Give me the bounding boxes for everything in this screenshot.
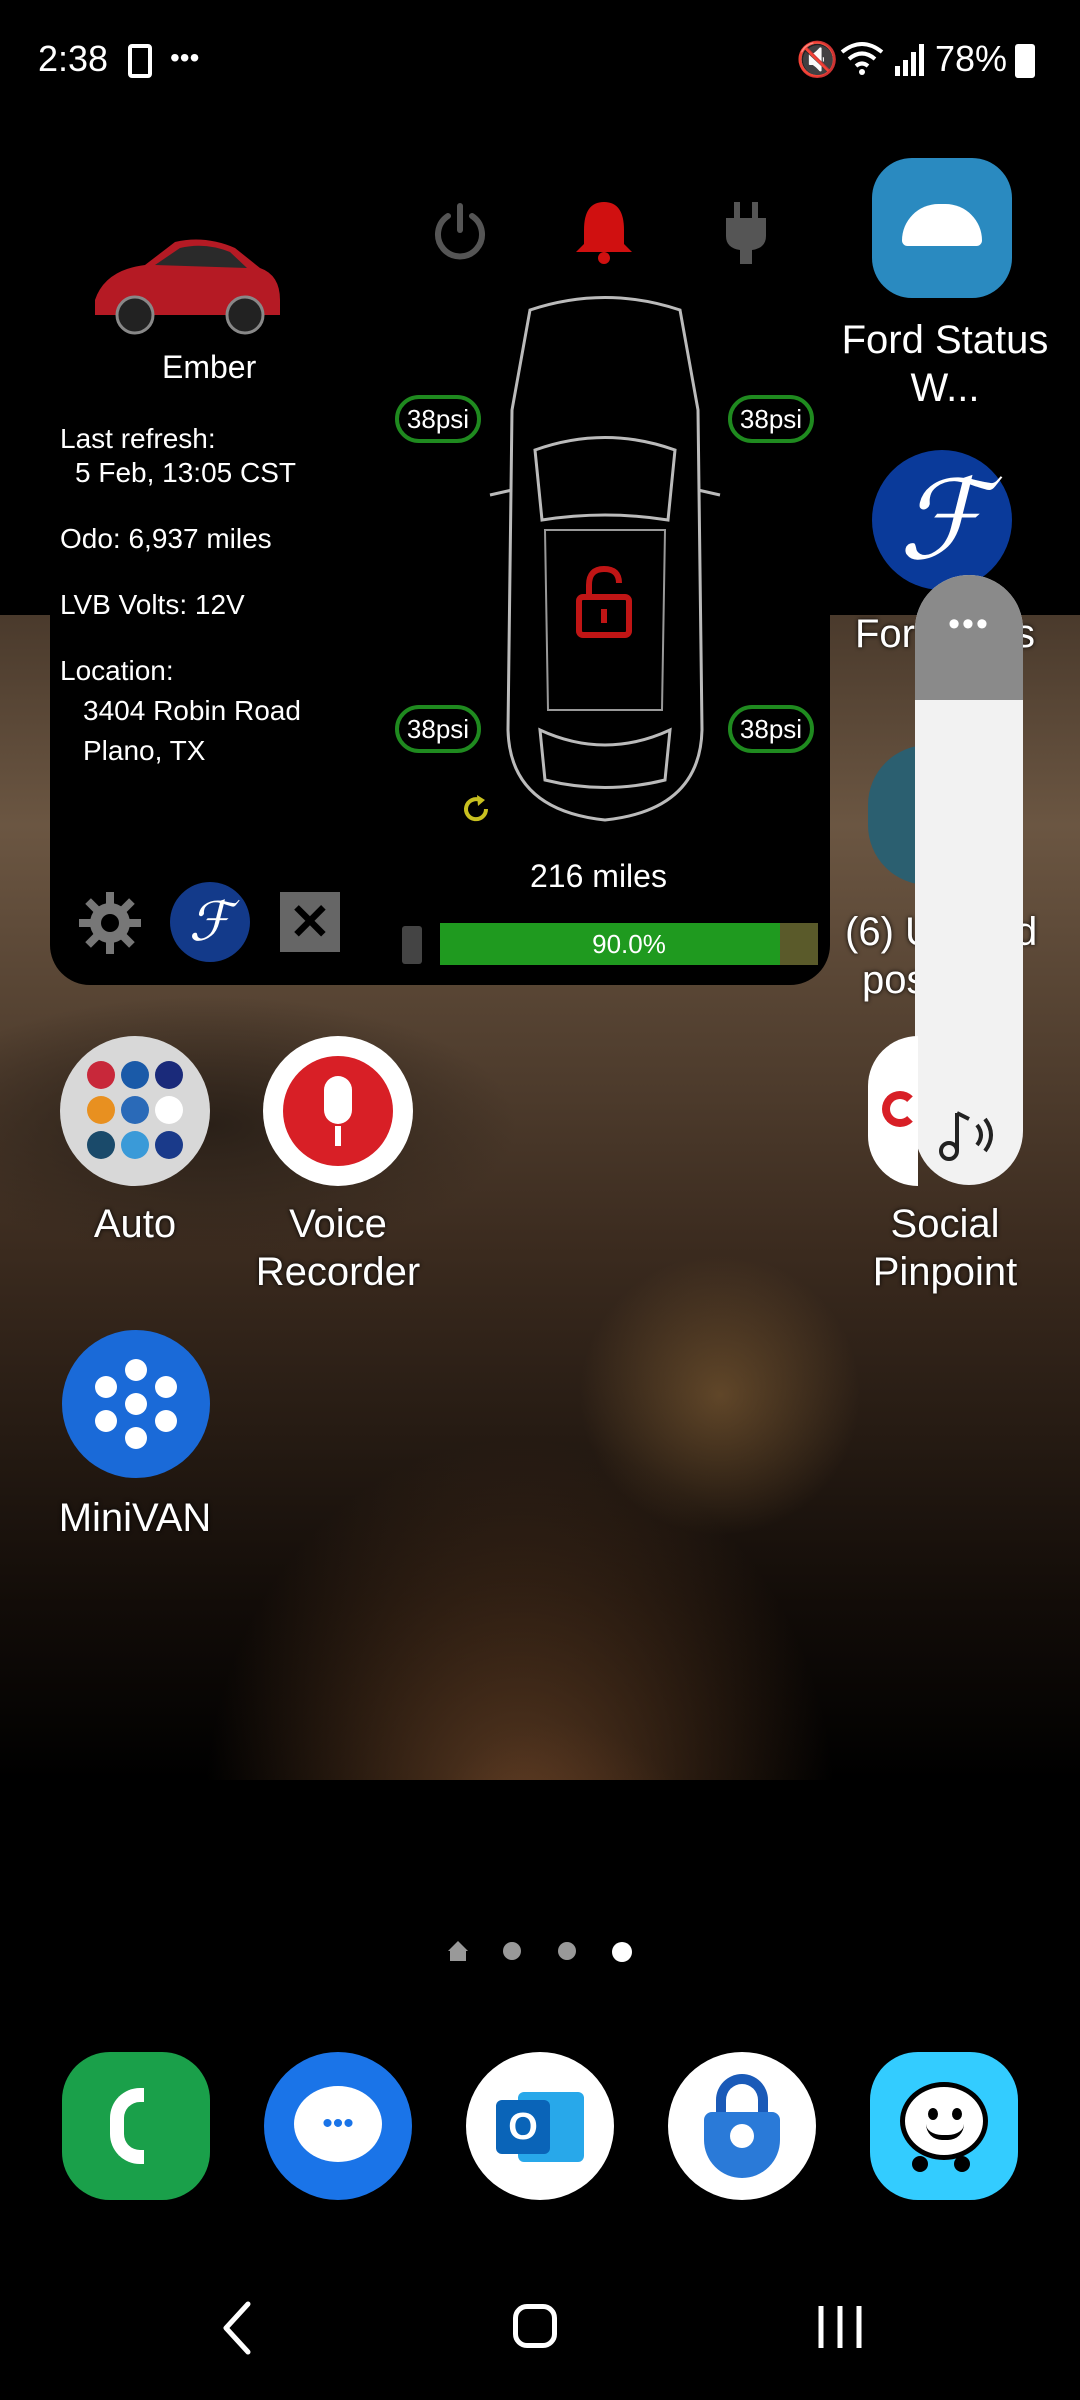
- minivan-label: MiniVAN: [58, 1496, 212, 1540]
- close-widget-icon[interactable]: ✕: [280, 892, 340, 952]
- waze-wheel-left: [912, 2156, 928, 2172]
- minivan-dots-icon: [95, 1359, 177, 1449]
- car-name: Ember: [162, 349, 257, 385]
- location-line2: Plano, TX: [83, 735, 206, 766]
- waze-wheel-right: [954, 2156, 970, 2172]
- auto-folder-label: Auto: [93, 1202, 177, 1246]
- social-pinpoint-label-1: Social: [890, 1202, 1000, 1246]
- outlook-o-badge: O: [496, 2100, 550, 2154]
- ford-status-widget-label: Ford Status W...: [841, 318, 1049, 410]
- minivan-icon[interactable]: [62, 1330, 210, 1478]
- voice-recorder-label-1: Voice: [289, 1202, 387, 1246]
- authenticator-icon[interactable]: [668, 2052, 816, 2200]
- waze-eye-left: [928, 2108, 938, 2120]
- auto-folder-icon[interactable]: [60, 1036, 210, 1186]
- folder-app-6-icon: [155, 1096, 183, 1124]
- range-text: 216 miles: [530, 858, 667, 894]
- tire-rear-left: 38psi: [395, 705, 481, 753]
- fordpass-widget-icon[interactable]: ℱ: [170, 882, 250, 962]
- mic-icon: [324, 1076, 352, 1124]
- home-button[interactable]: [513, 2304, 557, 2348]
- page-indicator-home-base: [450, 1951, 466, 1961]
- social-pinpoint-icon[interactable]: [868, 1036, 918, 1186]
- person-icon: [730, 2124, 754, 2148]
- waze-icon[interactable]: [870, 2052, 1018, 2200]
- status-time: 2:38: [38, 38, 109, 79]
- folder-app-3-icon: [155, 1061, 183, 1089]
- voice-recorder-icon[interactable]: [263, 1036, 413, 1186]
- voice-recorder-label-2: Recorder: [255, 1250, 421, 1294]
- page-dot-3[interactable]: [558, 1942, 576, 1960]
- location-label: Location:: [60, 655, 174, 686]
- folder-app-5-icon: [121, 1096, 149, 1124]
- outlook-icon[interactable]: O: [466, 2052, 614, 2200]
- waze-eye-right: [952, 2108, 962, 2120]
- car-top-view: [489, 296, 721, 822]
- more-dots-icon: •••: [170, 42, 200, 73]
- back-button[interactable]: [218, 2300, 258, 2356]
- signal-icon: [895, 44, 924, 76]
- last-refresh-value: 5 Feb, 13:05 CST: [75, 457, 297, 488]
- settings-icon[interactable]: [77, 890, 143, 956]
- phone-handset: [110, 2088, 144, 2164]
- lvb-volts: LVB Volts: 12V: [60, 589, 245, 620]
- battery-percent: 78%: [935, 38, 1008, 79]
- wifi-icon: [840, 42, 884, 75]
- recents-button[interactable]: [815, 2304, 865, 2350]
- odometer: Odo: 6,937 miles: [60, 523, 272, 554]
- mute-icon: 🔇: [796, 41, 839, 79]
- folder-app-4-icon: [87, 1096, 115, 1124]
- pinpoint-mark: [882, 1091, 918, 1127]
- battery-small-icon: [402, 926, 422, 964]
- folder-app-2-icon: [121, 1061, 149, 1089]
- page-indicator-home-icon[interactable]: [448, 1941, 468, 1951]
- sound-settings-icon[interactable]: [933, 1105, 1005, 1165]
- tire-front-left: 38psi: [395, 395, 481, 443]
- android-head-icon: [902, 204, 982, 246]
- messages-icon[interactable]: •••: [264, 2052, 412, 2200]
- edge-media-panel[interactable]: •••: [915, 575, 1023, 1185]
- fordpass-app-icon[interactable]: ℱ: [872, 450, 1012, 590]
- fordpass-label-left: For: [855, 612, 915, 656]
- car-image: [95, 239, 280, 335]
- alarm-bell-icon[interactable]: [572, 196, 636, 266]
- folder-app-1-icon: [87, 1061, 115, 1089]
- refresh-icon[interactable]: [460, 793, 492, 825]
- folder-app-8-icon: [121, 1131, 149, 1159]
- plug-icon[interactable]: [722, 200, 770, 266]
- social-pinpoint-label-2: Pinpoint: [872, 1250, 1018, 1294]
- more-options-icon[interactable]: •••: [915, 605, 1023, 644]
- page-dot-4-current[interactable]: [612, 1942, 632, 1962]
- battery-icon: [1015, 44, 1035, 78]
- last-refresh-label: Last refresh:: [60, 423, 216, 454]
- power-icon[interactable]: [428, 200, 492, 264]
- message-bubble: •••: [294, 2086, 382, 2162]
- mic-stand: [335, 1126, 341, 1146]
- phone-icon[interactable]: [62, 2052, 210, 2200]
- phone-screen-icon: [128, 44, 152, 78]
- battery-percent-label: 90.0%: [592, 929, 666, 959]
- location-line1: 3404 Robin Road: [83, 695, 301, 726]
- folder-app-9-icon: [155, 1131, 183, 1159]
- tire-front-right: 38psi: [728, 395, 814, 443]
- page-dot-2[interactable]: [503, 1942, 521, 1960]
- unlock-icon[interactable]: [575, 565, 633, 639]
- tire-rear-right: 38psi: [728, 705, 814, 753]
- waze-face: [900, 2082, 988, 2160]
- folder-app-7-icon: [87, 1131, 115, 1159]
- ford-status-widget-app-icon[interactable]: [872, 158, 1012, 298]
